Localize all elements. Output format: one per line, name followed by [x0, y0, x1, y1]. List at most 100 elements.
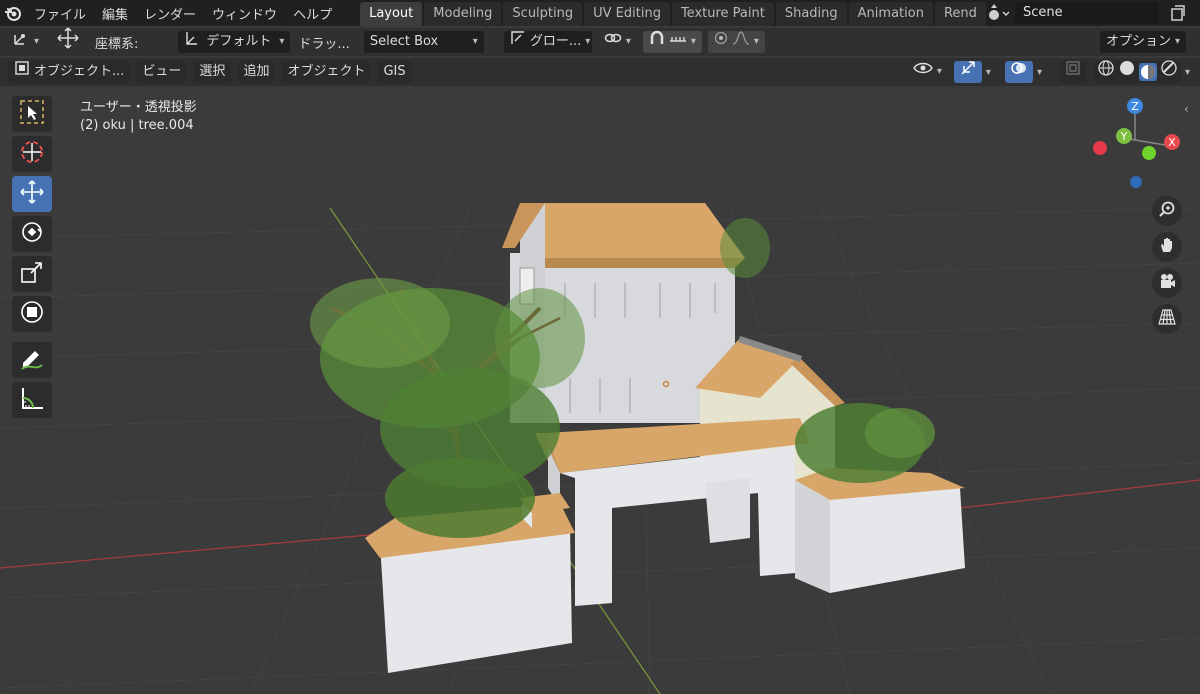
perspective-toggle-button[interactable] [1152, 304, 1182, 334]
grid-perspective-icon [1158, 308, 1176, 330]
solid-shading-icon[interactable] [1118, 59, 1136, 85]
orientation-icon [184, 31, 198, 53]
zoom-icon [1158, 200, 1176, 222]
tab-uv-editing[interactable]: UV Editing [584, 2, 670, 26]
camera-icon [1158, 272, 1176, 294]
viewport-scene[interactable] [0, 88, 1200, 694]
menu-add[interactable]: 追加 [237, 61, 276, 83]
scene-icon[interactable] [987, 4, 1011, 22]
proportional-edit-button[interactable]: ▾ [707, 31, 765, 53]
tab-sculpting[interactable]: Sculpting [503, 2, 583, 26]
measure-tool[interactable] [12, 382, 52, 418]
chevron-down-icon[interactable]: ▾ [1185, 67, 1190, 78]
proportional-edit-icon [714, 31, 728, 53]
chevron-down-icon: ▾ [34, 36, 40, 47]
move-icon [19, 179, 45, 209]
gate[interactable] [535, 418, 810, 606]
x-axis-label: X [1168, 136, 1176, 149]
x-axis-line [959, 479, 1200, 509]
menu-select[interactable]: 選択 [193, 61, 232, 83]
tab-modeling[interactable]: Modeling [424, 2, 502, 26]
menu-render[interactable]: レンダー [136, 4, 204, 23]
menu-edit[interactable]: 編集 [94, 4, 136, 23]
eye-icon [912, 61, 933, 83]
object-mode-icon [14, 60, 30, 84]
navigation-gizmo[interactable]: Z Y X [1090, 96, 1190, 196]
overlays-toggle-button[interactable] [1004, 60, 1033, 84]
visibility-dropdown[interactable]: ▾ [907, 61, 948, 83]
magnet-icon [649, 30, 665, 54]
tab-rendering[interactable]: Rend [934, 2, 986, 26]
wireframe-shading-icon[interactable] [1097, 59, 1115, 85]
transform-pivot-dropdown[interactable]: グロー... ▾ [503, 31, 592, 53]
chevron-down-icon: ▾ [585, 36, 591, 47]
bush-right[interactable] [795, 403, 935, 483]
negative-x-handle[interactable] [1093, 141, 1107, 155]
transform-gizmo-icon [12, 29, 30, 55]
camera-view-button[interactable] [1152, 268, 1182, 298]
xray-icon [1066, 61, 1080, 83]
hand-icon [1158, 236, 1176, 258]
chevron-down-icon: ▾ [625, 36, 631, 47]
tab-shading[interactable]: Shading [775, 2, 847, 26]
mode-dropdown[interactable]: オブジェクト... [8, 60, 131, 84]
transform-tool[interactable] [12, 296, 52, 332]
rendered-shading-icon[interactable] [1160, 59, 1178, 85]
menu-view[interactable]: ビュー [136, 61, 188, 83]
negative-y-handle[interactable] [1142, 146, 1156, 160]
scene-name-field[interactable]: Scene [1015, 2, 1159, 24]
zoom-button[interactable] [1152, 196, 1182, 226]
main-menu: ファイル 編集 レンダー ウィンドウ ヘルプ [26, 0, 340, 26]
gizmo-toggle-button[interactable] [953, 61, 982, 83]
sidebar-toggle-icon[interactable]: ‹ [1184, 102, 1189, 116]
shading-buttons [1093, 59, 1181, 85]
new-scene-icon[interactable] [1169, 4, 1187, 22]
snap-link-button[interactable]: ▾ [598, 31, 637, 53]
object-info: (2) oku | tree.004 [80, 118, 194, 133]
move-mode-button[interactable] [51, 27, 85, 53]
scene-selector[interactable]: Scene [987, 0, 1200, 26]
menu-window[interactable]: ウィンドウ [204, 4, 285, 23]
3d-viewport[interactable]: ユーザー・透視投影 (2) oku | tree.004 Z Y X ‹ [0, 88, 1200, 694]
annotate-tool[interactable] [12, 342, 52, 378]
options-dropdown[interactable]: オプション ▾ [1099, 31, 1186, 53]
top-bar: ファイル 編集 レンダー ウィンドウ ヘルプ Layout Modeling S… [0, 0, 1200, 26]
menu-file[interactable]: ファイル [26, 4, 94, 23]
chevron-down-icon: ▾ [753, 36, 759, 47]
x-axis-line-left [0, 533, 381, 569]
cursor-icon [19, 139, 45, 169]
tab-animation[interactable]: Animation [848, 2, 933, 26]
xray-toggle-button[interactable] [1059, 61, 1086, 83]
tab-layout[interactable]: Layout [360, 2, 423, 26]
chevron-down-icon: ▾ [279, 36, 285, 47]
pan-button[interactable] [1152, 232, 1182, 262]
move-tool[interactable] [12, 176, 52, 212]
select-mode-dropdown[interactable]: Select Box ▾ [363, 31, 484, 53]
tab-texture-paint[interactable]: Texture Paint [671, 2, 774, 26]
menu-help[interactable]: ヘルプ [285, 4, 340, 23]
chevron-down-icon[interactable]: ▾ [986, 67, 991, 78]
move-arrows-icon [57, 27, 79, 57]
orientation-dropdown[interactable]: デフォルト ▾ [178, 31, 291, 53]
tool-shelf [10, 96, 58, 422]
material-shading-icon[interactable] [1138, 63, 1157, 81]
negative-z-handle[interactable] [1130, 176, 1142, 188]
overlays-icon [1011, 60, 1027, 84]
snap-toggle-button[interactable]: ▾ [642, 30, 702, 54]
cursor-tool[interactable] [12, 136, 52, 172]
orientation-value: デフォルト [206, 34, 272, 49]
rotate-icon [19, 219, 45, 249]
scale-tool[interactable] [12, 256, 52, 292]
drag-label: ドラッ... [298, 36, 350, 52]
select-box-tool[interactable] [12, 96, 52, 132]
viewport-header: オブジェクト... ビュー 選択 追加 オブジェクト GIS ▾ ▾ ▾ ▾ [0, 58, 1200, 86]
measure-ruler-icon [19, 385, 45, 415]
transform-affect-button[interactable]: ▾ [6, 31, 45, 53]
menu-gis[interactable]: GIS [377, 61, 412, 83]
rotate-tool[interactable] [12, 216, 52, 252]
chevron-down-icon[interactable]: ▾ [1037, 67, 1042, 78]
coordinate-system-label: 座標系: [95, 36, 139, 52]
right-planter[interactable] [795, 468, 965, 593]
menu-object[interactable]: オブジェクト [281, 61, 372, 83]
blender-logo-icon[interactable] [0, 0, 26, 26]
